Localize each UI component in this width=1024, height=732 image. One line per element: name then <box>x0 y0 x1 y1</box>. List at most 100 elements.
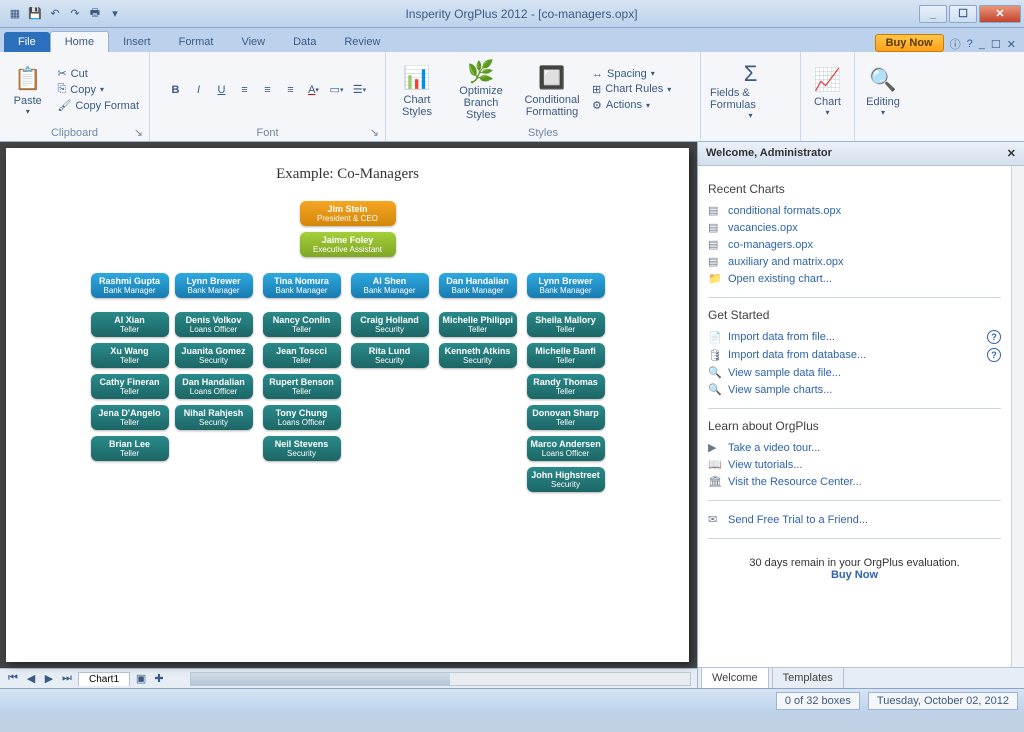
node-sub[interactable]: Rupert BensonTeller <box>263 374 341 399</box>
help-icon[interactable]: ? <box>967 38 973 50</box>
cut-button[interactable]: ✂Cut <box>53 66 143 81</box>
copy-button[interactable]: ⎘Copy▾ <box>53 82 143 97</box>
italic-button[interactable]: I <box>188 79 210 101</box>
node-sub[interactable]: Juanita GomezSecurity <box>175 343 253 368</box>
side-tab-templates[interactable]: Templates <box>772 667 844 688</box>
recent-item[interactable]: ▤vacancies.opx <box>708 219 1001 236</box>
nav-last-icon[interactable]: ⏭ <box>60 672 74 685</box>
nav-next-icon[interactable]: ▶ <box>42 672 56 685</box>
horizontal-scrollbar[interactable] <box>190 672 691 686</box>
conditional-formatting-button[interactable]: 🔲Conditional Formatting <box>520 57 584 123</box>
chart-canvas[interactable]: Example: Co-Managers Jim Stein President… <box>6 148 689 662</box>
recent-item[interactable]: ▤conditional formats.opx <box>708 202 1001 219</box>
node-sub[interactable]: John HighstreetSecurity <box>527 467 605 492</box>
node-sub[interactable]: Brian LeeTeller <box>91 436 169 461</box>
font-color-button[interactable]: A▾ <box>303 79 325 101</box>
minimize-button[interactable]: _ <box>919 5 947 23</box>
node-sub[interactable]: Al XianTeller <box>91 312 169 337</box>
save-icon[interactable]: 💾 <box>26 5 44 23</box>
node-sub[interactable]: Dan HandalianLoans Officer <box>175 374 253 399</box>
node-sub[interactable]: Sheila MalloryTeller <box>527 312 605 337</box>
node-sub[interactable]: Michelle PhilippiTeller <box>439 312 517 337</box>
node-sub[interactable]: Craig HollandSecurity <box>351 312 429 337</box>
node-sub[interactable]: Jena D'AngeloTeller <box>91 405 169 430</box>
paste-button[interactable]: 📋 Paste ▾ <box>6 57 49 123</box>
learn-item[interactable]: 🏛Visit the Resource Center... <box>708 473 1001 490</box>
node-sub[interactable]: Xu WangTeller <box>91 343 169 368</box>
app-icon[interactable]: ▦ <box>6 5 24 23</box>
new-chart-icon[interactable]: ✚ <box>152 672 166 685</box>
chart-styles-button[interactable]: 📊Chart Styles <box>392 57 442 123</box>
tab-review[interactable]: Review <box>330 32 394 52</box>
tab-data[interactable]: Data <box>279 32 330 52</box>
node-manager[interactable]: Al ShenBank Manager <box>351 273 429 298</box>
node-sub[interactable]: Cathy FineranTeller <box>91 374 169 399</box>
underline-button[interactable]: U <box>211 79 233 101</box>
tab-format[interactable]: Format <box>165 32 228 52</box>
recent-item[interactable]: ▤auxiliary and matrix.opx <box>708 253 1001 270</box>
spacing-button[interactable]: ↔Spacing▾ <box>588 67 675 81</box>
close-panel-icon[interactable]: ✕ <box>1007 147 1016 160</box>
maximize-button[interactable]: ☐ <box>949 5 977 23</box>
bold-button[interactable]: B <box>165 79 187 101</box>
optimize-branch-button[interactable]: 🌿Optimize Branch Styles <box>446 57 516 123</box>
nav-first-icon[interactable]: ⏮ <box>6 672 20 685</box>
node-sub[interactable]: Tony ChungLoans Officer <box>263 405 341 430</box>
tab-insert[interactable]: Insert <box>109 32 165 52</box>
qat-dropdown-icon[interactable]: ▾ <box>106 5 124 23</box>
chart-tab[interactable]: Chart1 <box>78 672 130 686</box>
editing-button[interactable]: 🔍Editing▾ <box>861 57 905 123</box>
minimize-ribbon-icon[interactable]: _ <box>979 38 985 50</box>
print-icon[interactable]: 🖶 <box>86 5 104 23</box>
node-sub[interactable]: Donovan SharpTeller <box>527 405 605 430</box>
nav-prev-icon[interactable]: ◀ <box>24 672 38 685</box>
send-trial-link[interactable]: ✉Send Free Trial to a Friend... <box>708 511 1001 528</box>
node-manager[interactable]: Rashmi GuptaBank Manager <box>91 273 169 298</box>
restore-child-icon[interactable]: ☐ <box>991 38 1001 51</box>
help-badge-icon[interactable]: ? <box>987 330 1001 344</box>
learn-item[interactable]: 📖View tutorials... <box>708 456 1001 473</box>
node-sub[interactable]: Nihal RahjeshSecurity <box>175 405 253 430</box>
tab-home[interactable]: Home <box>50 31 109 52</box>
started-item[interactable]: 📄Import data from file...? <box>708 328 1001 346</box>
node-sub[interactable]: Denis VolkovLoans Officer <box>175 312 253 337</box>
expand-icon[interactable]: ▣ <box>134 672 148 685</box>
align-center-button[interactable]: ≡ <box>257 79 279 101</box>
node-sub[interactable]: Marco AndersenLoans Officer <box>527 436 605 461</box>
started-item[interactable]: 🛢Import data from database...? <box>708 346 1001 364</box>
node-sub[interactable]: Michelle BanfiTeller <box>527 343 605 368</box>
started-item[interactable]: 🔍View sample charts... <box>708 381 1001 398</box>
node-ea[interactable]: Jaime Foley Executive Assistant <box>300 232 396 257</box>
open-existing-link[interactable]: 📁Open existing chart... <box>708 270 1001 287</box>
learn-item[interactable]: ▶Take a video tour... <box>708 439 1001 456</box>
node-manager[interactable]: Lynn BrewerBank Manager <box>527 273 605 298</box>
fill-color-button[interactable]: ▭▾ <box>326 79 348 101</box>
undo-icon[interactable]: ↶ <box>46 5 64 23</box>
close-button[interactable]: ✕ <box>979 5 1021 23</box>
node-manager[interactable]: Lynn BrewerBank Manager <box>175 273 253 298</box>
redo-icon[interactable]: ↷ <box>66 5 84 23</box>
help-badge-icon[interactable]: ? <box>987 348 1001 362</box>
tab-file[interactable]: File <box>4 32 50 52</box>
border-button[interactable]: ☰▾ <box>349 79 371 101</box>
node-sub[interactable]: Kenneth AtkinsSecurity <box>439 343 517 368</box>
started-item[interactable]: 🔍View sample data file... <box>708 364 1001 381</box>
align-right-button[interactable]: ≡ <box>280 79 302 101</box>
node-manager[interactable]: Tina NomuraBank Manager <box>263 273 341 298</box>
node-manager[interactable]: Dan HandalianBank Manager <box>439 273 517 298</box>
align-left-button[interactable]: ≡ <box>234 79 256 101</box>
recent-item[interactable]: ▤co-managers.opx <box>708 236 1001 253</box>
side-tab-welcome[interactable]: Welcome <box>701 667 769 688</box>
trial-buy-link[interactable]: Buy Now <box>831 569 878 581</box>
node-sub[interactable]: Neil StevensSecurity <box>263 436 341 461</box>
tab-view[interactable]: View <box>227 32 279 52</box>
actions-button[interactable]: ⚙Actions▾ <box>588 98 675 113</box>
dialog-launcher-icon[interactable]: ↘ <box>134 126 143 139</box>
close-child-icon[interactable]: ✕ <box>1007 38 1016 51</box>
node-sub[interactable]: Nancy ConlinTeller <box>263 312 341 337</box>
fields-formulas-button[interactable]: ΣFields & Formulas▾ <box>707 57 794 123</box>
node-sub[interactable]: Rita LundSecurity <box>351 343 429 368</box>
buy-now-button[interactable]: Buy Now <box>875 34 944 52</box>
node-sub[interactable]: Jean ToscciTeller <box>263 343 341 368</box>
dialog-launcher-icon[interactable]: ↘ <box>370 126 379 139</box>
